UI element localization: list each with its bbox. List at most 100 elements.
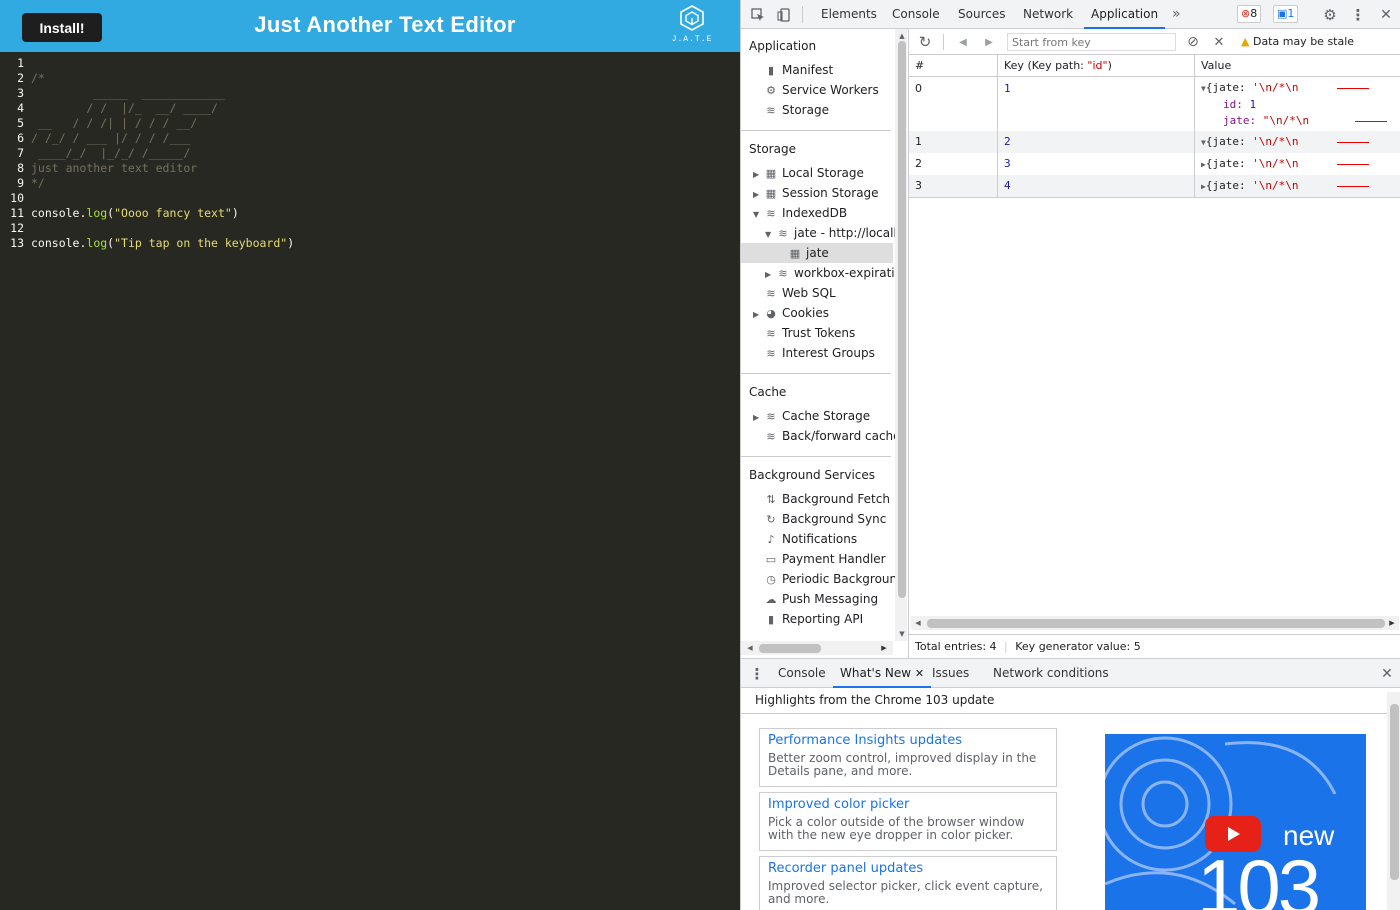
row-value[interactable]: ▼{jate: '\n/*\n (1195, 131, 1400, 153)
tab-application[interactable]: Application (1084, 0, 1166, 29)
code-line[interactable]: 13 console.log("Tip tap on the keyboard") (0, 236, 740, 251)
drawer-scroll-thumb[interactable] (1390, 704, 1399, 880)
card-title-link[interactable]: Performance Insights updates (768, 733, 1048, 749)
sidebar-hscroll-thumb[interactable] (759, 644, 821, 653)
close-drawer-icon[interactable]: ✕ (1379, 665, 1395, 683)
sidebar-scroll-thumb[interactable] (898, 41, 906, 598)
sidebar-item-indexeddb[interactable]: ▼ ≋ IndexedDB (753, 203, 847, 223)
code-line[interactable]: 8 just another text editor (0, 161, 740, 176)
expand-arrow-icon[interactable]: ▶ (753, 185, 763, 205)
previous-page-icon[interactable]: ◀ (955, 34, 971, 50)
code-line[interactable]: 3 _____ ____________ (0, 86, 740, 101)
tab-elements[interactable]: Elements (821, 0, 877, 29)
sidebar-item-cache-storage[interactable]: ▶ ≋ Cache Storage (753, 406, 870, 426)
sidebar-item-workbox-expiration[interactable]: ▶ ≋ workbox-expiratio (765, 263, 902, 283)
tab-network[interactable]: Network (1023, 0, 1073, 29)
collapse-arrow-icon[interactable]: ▼ (765, 225, 775, 245)
expand-arrow-icon[interactable]: ▶ (765, 265, 775, 285)
drawer-tab-network-conditions[interactable]: Network conditions (993, 659, 1109, 688)
table-row[interactable]: 2 3 ▶{jate: '\n/*\n (909, 153, 1400, 175)
sidebar-item-periodic-background-sync[interactable]: ◷ Periodic Background (763, 569, 905, 589)
code-token: __ / / /| | / / / __/ (31, 116, 198, 130)
scroll-up-arrow-icon[interactable]: ▲ (897, 31, 907, 41)
code-line[interactable]: 10 (0, 191, 740, 206)
sidebar-item-storage-overview[interactable]: ≋ Storage (763, 100, 829, 120)
chrome-103-video-thumbnail[interactable]: new 103 (1105, 734, 1366, 910)
sidebar-item-manifest[interactable]: ▮ Manifest (763, 60, 833, 80)
whats-new-card[interactable]: Recorder panel updates Improved selector… (759, 856, 1057, 910)
code-line[interactable]: 4 / / |/_ __/ ____/ (0, 101, 740, 116)
whats-new-card[interactable]: Improved color picker Pick a color outsi… (759, 792, 1057, 851)
row-value[interactable]: ▶{jate: '\n/*\n (1195, 175, 1400, 197)
clear-object-store-icon[interactable]: ⊘ (1185, 34, 1201, 50)
whats-new-card[interactable]: Performance Insights updates Better zoom… (759, 728, 1057, 787)
row-value[interactable]: ▶{jate: '\n/*\n (1195, 153, 1400, 175)
sidebar-item-push-messaging[interactable]: ☁ Push Messaging (763, 589, 879, 609)
code-line[interactable]: 12 (0, 221, 740, 236)
scroll-right-arrow-icon[interactable]: ▶ (1387, 618, 1397, 628)
drawer-tab-whats-new[interactable]: What's New ✕ (833, 659, 932, 688)
sidebar-item-session-storage[interactable]: ▶ ▦ Session Storage (753, 183, 879, 203)
table-row[interactable]: 0 1 ▼{jate: '\n/*\n id: 1 jate: "\n/*\n (909, 77, 1400, 131)
column-header-index[interactable]: # (909, 55, 998, 77)
column-header-value[interactable]: Value (1195, 55, 1400, 77)
code-line[interactable]: 7 ____/_/ |_/_/ /_____/ (0, 146, 740, 161)
column-header-key[interactable]: Key (Key path: "id") (998, 55, 1195, 77)
collapse-arrow-icon[interactable]: ▼ (753, 205, 763, 225)
code-line[interactable]: 6 / /_/ / ___ |/ / / /___ (0, 131, 740, 146)
line-number: 7 (17, 146, 24, 160)
more-tabs-button[interactable]: » (1172, 0, 1181, 29)
table-hscroll-thumb[interactable] (927, 619, 1385, 628)
drawer-tab-console[interactable]: Console (778, 659, 826, 688)
errors-badge[interactable]: ⊗8 (1237, 5, 1262, 23)
device-toolbar-icon[interactable] (775, 6, 793, 24)
refresh-icon[interactable]: ↻ (917, 33, 933, 51)
sidebar-item-background-fetch[interactable]: ⇅ Background Fetch (763, 489, 890, 509)
settings-gear-icon[interactable]: ⚙ (1321, 6, 1339, 24)
card-title-link[interactable]: Recorder panel updates (768, 861, 1048, 877)
card-title-link[interactable]: Improved color picker (768, 797, 1048, 813)
delete-selected-icon[interactable]: ✕ (1211, 34, 1227, 50)
table-row[interactable]: 3 4 ▶{jate: '\n/*\n (909, 175, 1400, 198)
code-editor[interactable]: 1 2/* 3 _____ ____________ 4 / / |/_ __/ __… (0, 56, 740, 251)
sidebar-item-notifications[interactable]: ♪ Notifications (763, 529, 857, 549)
sidebar-item-trust-tokens[interactable]: ≋ Trust Tokens (763, 323, 855, 343)
table-row[interactable]: 1 2 ▼{jate: '\n/*\n (909, 131, 1400, 153)
close-devtools-icon[interactable]: ✕ (1377, 6, 1395, 24)
next-page-icon[interactable]: ▶ (981, 34, 997, 50)
sidebar-item-payment-handler[interactable]: ▭ Payment Handler (763, 549, 886, 569)
sidebar-item-cookies[interactable]: ▶ ◕ Cookies (753, 303, 829, 323)
sidebar-item-jate-store[interactable]: ▦ jate (741, 243, 893, 263)
sidebar-item-background-sync[interactable]: ↻ Background Sync (763, 509, 886, 529)
scroll-right-arrow-icon[interactable]: ▶ (879, 643, 889, 653)
expand-arrow-icon[interactable]: ▶ (753, 305, 763, 325)
scroll-left-arrow-icon[interactable]: ◀ (745, 643, 755, 653)
sidebar-item-jate-database[interactable]: ▼ ≋ jate - http://localh (765, 223, 901, 243)
expand-arrow-icon[interactable]: ▶ (753, 408, 763, 428)
sidebar-item-back-forward-cache[interactable]: ≋ Back/forward cache (763, 426, 900, 446)
inspect-element-icon[interactable] (749, 6, 767, 24)
tab-sources[interactable]: Sources (958, 0, 1005, 29)
code-line[interactable]: 11 console.log("Oooo fancy text") (0, 206, 740, 221)
sidebar-item-reporting-api[interactable]: ▮ Reporting API (763, 609, 863, 629)
code-line[interactable]: 2 /* (0, 71, 740, 86)
sidebar-item-local-storage[interactable]: ▶ ▦ Local Storage (753, 163, 864, 183)
sidebar-item-web-sql[interactable]: ≋ Web SQL (763, 283, 835, 303)
drawer-tab-issues[interactable]: Issues (932, 659, 969, 688)
kebab-menu-icon[interactable]: ⋮ (1349, 6, 1367, 24)
code-line[interactable]: 5 __ / / /| | / / / __/ (0, 116, 740, 131)
sidebar-item-interest-groups[interactable]: ≋ Interest Groups (763, 343, 874, 363)
row-value[interactable]: ▼{jate: '\n/*\n id: 1 jate: "\n/*\n (1195, 77, 1400, 131)
scroll-down-arrow-icon[interactable]: ▼ (897, 629, 907, 639)
section-storage: Storage (749, 142, 796, 156)
tab-console[interactable]: Console (892, 0, 940, 29)
code-line[interactable]: 9 */ (0, 176, 740, 191)
expand-arrow-icon[interactable]: ▶ (753, 165, 763, 185)
drawer-menu-icon[interactable]: ⋮ (750, 665, 765, 683)
sidebar-item-service-workers[interactable]: ⚙ Service Workers (763, 80, 879, 100)
scroll-left-arrow-icon[interactable]: ◀ (913, 618, 923, 628)
close-tab-icon[interactable]: ✕ (915, 667, 924, 680)
start-from-key-input[interactable] (1007, 33, 1176, 51)
code-line[interactable]: 1 (0, 56, 740, 71)
messages-badge[interactable]: ▣1 (1273, 5, 1299, 23)
